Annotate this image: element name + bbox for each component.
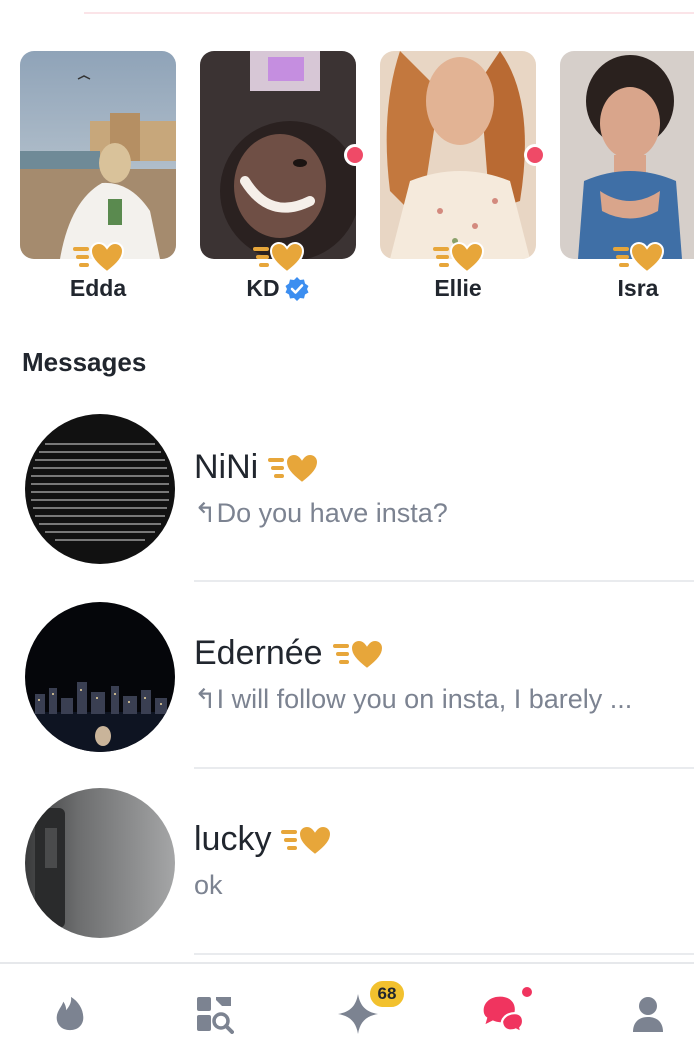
match-photo <box>20 51 176 259</box>
online-indicator <box>524 144 546 166</box>
super-like-icon <box>251 239 305 275</box>
bottom-nav <box>0 962 694 1060</box>
match-photo <box>380 51 536 259</box>
contact-name: lucky <box>194 820 333 859</box>
match-card-isra[interactable]: Isra <box>560 51 694 301</box>
chat-icon[interactable] <box>480 992 524 1036</box>
message-row-nini[interactable]: NiNi ↰Do you have insta? <box>0 396 694 582</box>
message-row-lucky[interactable]: lucky ok <box>0 768 694 955</box>
match-name: Edda <box>69 275 127 301</box>
row-divider <box>194 953 694 955</box>
super-like-icon <box>71 239 125 275</box>
match-photo <box>200 51 356 259</box>
super-like-icon <box>611 239 665 275</box>
match-card-edda[interactable]: Edda <box>20 51 176 301</box>
match-card-ellie[interactable]: Ellie <box>380 51 546 301</box>
flame-icon[interactable] <box>48 992 92 1036</box>
top-divider <box>84 12 694 14</box>
match-name: Ellie <box>434 275 482 301</box>
chat-notification-dot <box>520 985 534 999</box>
messages-heading: Messages <box>22 347 147 377</box>
avatar <box>25 788 175 938</box>
profile-icon[interactable] <box>626 992 670 1036</box>
explore-icon[interactable] <box>192 992 236 1036</box>
message-preview: ok <box>194 870 223 900</box>
match-photo <box>560 51 694 259</box>
match-name: KD <box>200 275 356 302</box>
avatar <box>25 602 175 752</box>
new-matches-row: Edda KD Ellie Isra <box>20 51 694 311</box>
avatar <box>25 414 175 564</box>
match-card-kd[interactable]: KD <box>200 51 366 301</box>
message-preview: ↰Do you have insta? <box>194 498 448 528</box>
contact-name: Edernée <box>194 634 385 673</box>
online-indicator <box>344 144 366 166</box>
super-like-icon <box>332 638 384 670</box>
super-like-icon <box>431 239 485 275</box>
likes-count-badge: 68 <box>368 979 406 1009</box>
match-name: Isra <box>617 275 659 301</box>
contact-name: NiNi <box>194 448 320 487</box>
super-like-icon <box>268 452 320 484</box>
verified-badge-icon <box>285 276 309 301</box>
super-like-icon <box>281 824 333 856</box>
message-row-edernee[interactable]: Edernée ↰I will follow you on insta, I b… <box>0 582 694 769</box>
message-preview: ↰I will follow you on insta, I barely ..… <box>194 684 633 714</box>
